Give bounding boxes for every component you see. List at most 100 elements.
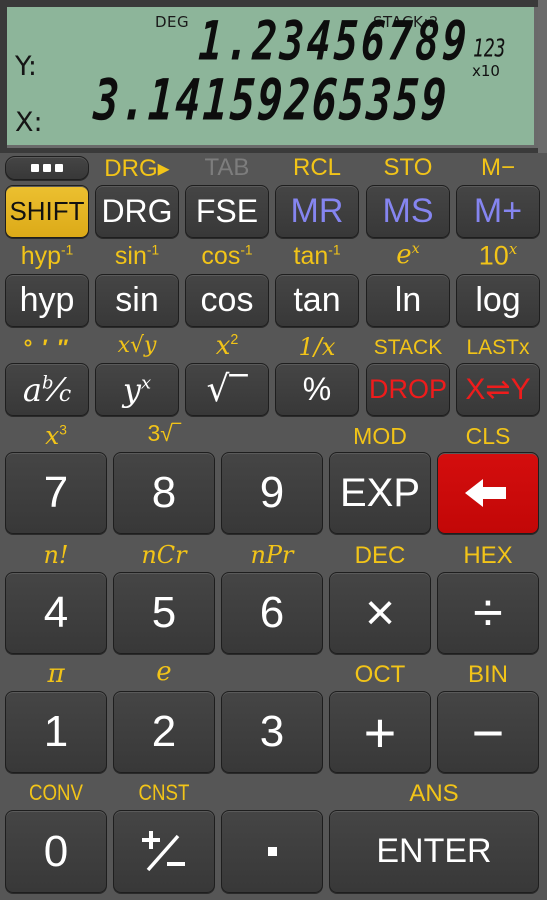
shift-key[interactable]: SHIFT	[5, 185, 89, 238]
exp-key-label: EXP	[339, 470, 421, 515]
x-register-label: X:	[15, 107, 43, 138]
multiply-icon: ×	[364, 584, 396, 642]
minus-icon: −	[471, 700, 505, 764]
fse-key[interactable]: FSE	[185, 185, 269, 238]
tan-key[interactable]: tan	[275, 274, 359, 327]
digit-0-label: 0	[43, 826, 69, 876]
digit-7-key[interactable]: 7	[5, 452, 107, 534]
digit-3-label: 3	[259, 707, 285, 756]
enter-key-label: ENTER	[376, 832, 492, 870]
shift-label-conv: CONV	[28, 780, 84, 805]
digit-6-key[interactable]: 6	[221, 572, 323, 654]
enter-key[interactable]: ENTER	[329, 810, 539, 893]
multiply-key[interactable]: ×	[329, 572, 431, 654]
square-root-key[interactable]: √‾	[185, 363, 269, 416]
memory-recall-key[interactable]: MR	[275, 185, 359, 238]
power-key-label: yx	[122, 370, 152, 409]
menu-button[interactable]	[5, 156, 89, 180]
drg-key[interactable]: DRG	[95, 185, 179, 238]
divide-key[interactable]: ÷	[437, 572, 539, 654]
sin-key-label: sin	[115, 281, 159, 319]
hyp-key[interactable]: hyp	[5, 274, 89, 327]
shift-label-acos: cos-1	[201, 242, 253, 270]
digit-5-key[interactable]: 5	[113, 572, 215, 654]
ln-key[interactable]: ln	[366, 274, 450, 327]
decimal-point-key[interactable]	[221, 810, 323, 893]
digit-1-label: 1	[43, 707, 69, 756]
shift-label-xth-root: x√y	[117, 333, 157, 358]
shift-label-factorial: n!	[43, 541, 69, 569]
backspace-key[interactable]	[437, 452, 539, 534]
drg-key-label: DRG	[101, 193, 173, 229]
digit-3-key[interactable]: 3	[221, 691, 323, 773]
backspace-arrow-icon	[465, 479, 511, 507]
drop-key-label: DROP	[368, 374, 447, 404]
y-register-exponent: 123	[473, 34, 506, 64]
log-key[interactable]: log	[456, 274, 540, 327]
shift-label-cube: x3	[45, 421, 67, 450]
shift-label-last-x: LASTx	[466, 336, 530, 359]
hyp-key-label: hyp	[19, 281, 75, 319]
memory-store-key[interactable]: MS	[366, 185, 450, 238]
shift-label-oct: OCT	[354, 661, 406, 688]
shift-label-dms: ° ′ ″	[23, 335, 71, 360]
digit-0-key[interactable]: 0	[5, 810, 107, 893]
percent-key-label: %	[302, 371, 332, 407]
shift-label-ten-power: 10x	[478, 240, 518, 271]
digit-9-key[interactable]: 9	[221, 452, 323, 534]
shift-label-exp-e: ex	[396, 240, 420, 270]
y-register-exponent-prefix: x10	[472, 62, 500, 80]
mr-key-label: MR	[290, 192, 344, 230]
digit-2-key[interactable]: 2	[113, 691, 215, 773]
percent-key[interactable]: %	[275, 363, 359, 416]
swap-xy-key-label: X⇌Y	[465, 373, 531, 406]
menu-dots-icon	[31, 164, 63, 172]
shift-label-drg-convert: DRG▸	[104, 155, 170, 182]
digit-1-key[interactable]: 1	[5, 691, 107, 773]
shift-label-square: x2	[215, 331, 239, 361]
digit-5-label: 5	[151, 588, 177, 637]
cos-key[interactable]: cos	[185, 274, 269, 327]
exp-key[interactable]: EXP	[329, 452, 431, 534]
shift-label-hex: HEX	[463, 542, 513, 569]
change-sign-key[interactable]	[113, 810, 215, 893]
y-register-label: Y:	[15, 51, 38, 82]
shift-label-combination: nCr	[141, 541, 187, 569]
shift-label-cnst: CNST	[138, 780, 190, 805]
shift-key-label: SHIFT	[9, 196, 85, 226]
add-key[interactable]: +	[329, 691, 431, 773]
shift-label-permutation: nPr	[250, 541, 294, 569]
ln-key-label: ln	[394, 281, 422, 319]
log-key-label: log	[475, 281, 521, 319]
shift-label-cls: CLS	[465, 423, 511, 449]
m-plus-key-label: M+	[473, 192, 523, 230]
shift-label-atan: tan-1	[293, 242, 341, 270]
power-key[interactable]: yx	[95, 363, 179, 416]
y-register-value: 1.23456789	[197, 10, 472, 74]
digit-4-label: 4	[43, 588, 69, 637]
digit-6-label: 6	[259, 588, 285, 637]
fraction-key[interactable]: ab⁄c	[5, 363, 89, 416]
digit-8-key[interactable]: 8	[113, 452, 215, 534]
display-bezel	[538, 0, 547, 153]
angle-mode-indicator: DEG	[155, 13, 190, 31]
shift-label-pi: π	[47, 659, 65, 689]
x-register-value: 3.14159265359	[92, 66, 451, 133]
tan-key-label: tan	[293, 281, 341, 319]
memory-add-key[interactable]: M+	[456, 185, 540, 238]
divide-icon: ÷	[473, 583, 503, 643]
shift-label-reciprocal: 1/x	[298, 333, 336, 361]
shift-label-dec: DEC	[354, 542, 406, 569]
swap-xy-key[interactable]: X⇌Y	[456, 363, 540, 416]
shift-label-ans: ANS	[409, 780, 459, 807]
shift-label-stack: STACK	[373, 336, 443, 359]
shift-label-cube-root: 3√‾	[147, 420, 181, 446]
digit-4-key[interactable]: 4	[5, 572, 107, 654]
sin-key[interactable]: sin	[95, 274, 179, 327]
shift-label-bin: BIN	[467, 661, 508, 688]
drop-key[interactable]: DROP	[366, 363, 450, 416]
shift-label-sto: STO	[383, 154, 433, 181]
shift-label-euler: e	[156, 657, 172, 687]
decimal-point-icon	[267, 847, 277, 856]
subtract-key[interactable]: −	[437, 691, 539, 773]
